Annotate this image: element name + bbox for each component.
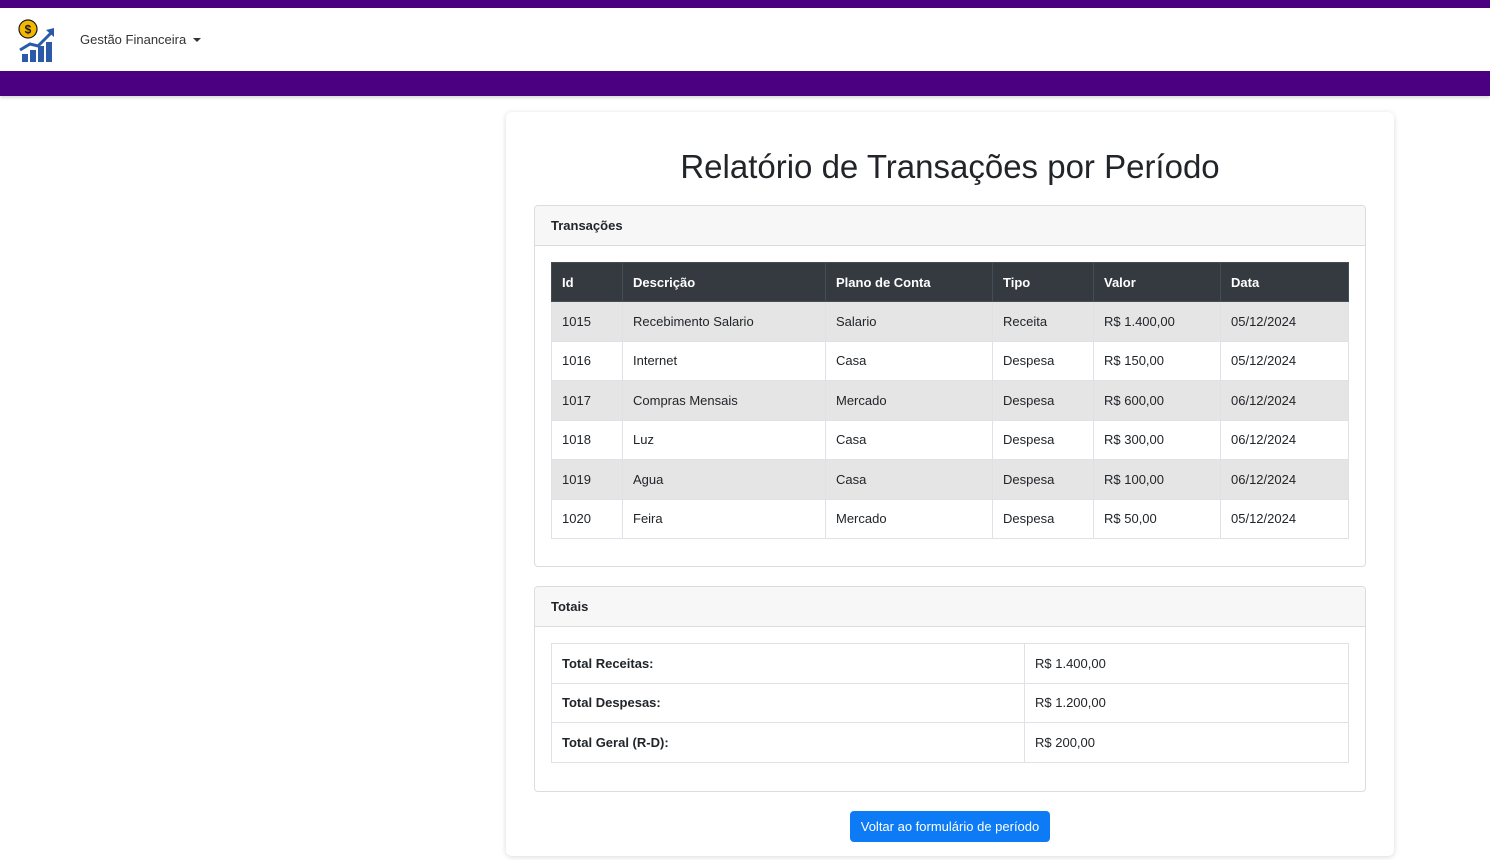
navbar: $ Gestão Financeira [0,8,1490,71]
cell-id: 1017 [551,380,623,421]
column-header-tipo: Tipo [992,262,1094,302]
back-to-period-form-button[interactable]: Voltar ao formulário de período [850,811,1050,842]
column-header-data: Data [1220,262,1349,302]
cell-plano-de-conta: Mercado [825,380,993,421]
total-geral-value: R$ 200,00 [1024,722,1349,763]
cell-data: 06/12/2024 [1220,380,1349,421]
cell-descricao: Luz [622,419,826,460]
report-card: Relatório de Transações por Período Tran… [506,112,1394,856]
cell-data: 05/12/2024 [1220,301,1349,342]
cell-descricao: Agua [622,459,826,500]
cell-descricao: Compras Mensais [622,380,826,421]
cell-plano-de-conta: Salario [825,301,993,342]
cell-id: 1018 [551,419,623,460]
totals-card-header: Totais [535,587,1365,627]
total-receitas-value: R$ 1.400,00 [1024,643,1349,684]
transactions-card: Transações Id Descrição Plano de Conta T… [534,205,1366,567]
cell-descricao: Feira [622,498,826,539]
table-row: 1016 Internet Casa Despesa R$ 150,00 05/… [551,340,1349,381]
cell-descricao: Recebimento Salario [622,301,826,342]
total-geral-label: Total Geral (R-D): [551,722,1025,763]
totals-card: Totais Total Receitas: R$ 1.400,00 Total… [534,586,1366,792]
cell-tipo: Despesa [992,419,1094,460]
table-row: 1017 Compras Mensais Mercado Despesa R$ … [551,380,1349,421]
caret-down-icon [193,38,202,42]
total-receitas-label: Total Receitas: [551,643,1025,684]
cell-id: 1020 [551,498,623,539]
cell-data: 05/12/2024 [1220,340,1349,381]
table-header-row: Id Descrição Plano de Conta Tipo Valor D… [551,262,1349,302]
table-row: 1018 Luz Casa Despesa R$ 300,00 06/12/20… [551,419,1349,460]
total-despesas-value: R$ 1.200,00 [1024,682,1349,723]
transactions-table: Id Descrição Plano de Conta Tipo Valor D… [551,262,1349,539]
totals-row-geral: Total Geral (R-D): R$ 200,00 [551,722,1349,763]
cell-tipo: Despesa [992,459,1094,500]
total-despesas-label: Total Despesas: [551,682,1025,723]
column-header-valor: Valor [1093,262,1221,302]
table-row: 1020 Feira Mercado Despesa R$ 50,00 05/1… [551,498,1349,539]
cell-plano-de-conta: Casa [825,459,993,500]
table-row: 1019 Agua Casa Despesa R$ 100,00 06/12/2… [551,459,1349,500]
cell-plano-de-conta: Casa [825,419,993,460]
svg-text:$: $ [25,23,32,37]
cell-valor: R$ 300,00 [1093,419,1221,460]
cell-id: 1019 [551,459,623,500]
column-header-plano-de-conta: Plano de Conta [825,262,993,302]
cell-descricao: Internet [622,340,826,381]
column-header-descricao: Descrição [622,262,826,302]
cell-valor: R$ 1.400,00 [1093,301,1221,342]
top-accent-strip [0,0,1490,8]
cell-data: 05/12/2024 [1220,498,1349,539]
page-title: Relatório de Transações por Período [680,148,1220,185]
cell-plano-de-conta: Casa [825,340,993,381]
totals-row-receitas: Total Receitas: R$ 1.400,00 [551,643,1349,684]
purple-banner [0,71,1490,96]
finance-growth-logo-icon[interactable]: $ [16,18,58,62]
cell-valor: R$ 150,00 [1093,340,1221,381]
column-header-id: Id [551,262,623,302]
cell-data: 06/12/2024 [1220,459,1349,500]
cell-tipo: Despesa [992,380,1094,421]
cell-id: 1016 [551,340,623,381]
gestao-financeira-dropdown[interactable]: Gestão Financeira [80,32,202,47]
dropdown-label: Gestão Financeira [80,32,187,47]
cell-valor: R$ 100,00 [1093,459,1221,500]
cell-plano-de-conta: Mercado [825,498,993,539]
totals-row-despesas: Total Despesas: R$ 1.200,00 [551,682,1349,723]
cell-tipo: Despesa [992,498,1094,539]
cell-valor: R$ 50,00 [1093,498,1221,539]
transactions-card-header: Transações [535,206,1365,246]
cell-id: 1015 [551,301,623,342]
cell-tipo: Receita [992,301,1094,342]
totals-table: Total Receitas: R$ 1.400,00 Total Despes… [551,643,1349,763]
cell-tipo: Despesa [992,340,1094,381]
table-row: 1015 Recebimento Salario Salario Receita… [551,301,1349,342]
cell-valor: R$ 600,00 [1093,380,1221,421]
cell-data: 06/12/2024 [1220,419,1349,460]
